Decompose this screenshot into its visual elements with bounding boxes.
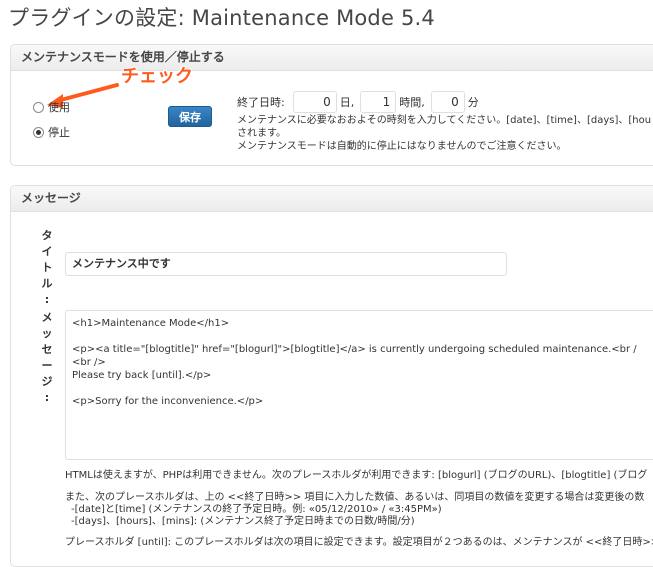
panel-header: メッセージ: [11, 186, 653, 212]
radio-use[interactable]: 使用: [33, 99, 70, 115]
radio-use-button[interactable]: [33, 101, 44, 113]
message-line: [72, 382, 653, 395]
radio-stop[interactable]: 停止: [33, 124, 70, 140]
title-input[interactable]: メンテナンス中です: [65, 252, 507, 276]
message-line: Please try back [until].</p>: [72, 370, 212, 381]
help-line: されます。: [237, 128, 286, 139]
help-line: メンテナンスに必要なおおよその時刻を入力してください。[date]、[time]…: [237, 115, 652, 126]
message-line: <br />: [72, 357, 106, 368]
message-textarea[interactable]: <h1>Maintenance Mode</h1> <p><a title="[b…: [65, 310, 653, 460]
days-unit: 日,: [339, 96, 355, 109]
save-button[interactable]: 保存: [168, 106, 212, 127]
hours-unit: 時間,: [399, 96, 425, 109]
days-input[interactable]: 0: [292, 91, 337, 113]
message-line: <p>Sorry for the inconvenience.</p>: [72, 396, 264, 407]
placeholder-date-time: -[date]と[time] (メンテナンスの終了予定日時。例: «05/12/…: [71, 504, 442, 515]
radio-stop-button[interactable]: [33, 126, 44, 138]
message-label: メッセージ:: [37, 310, 57, 406]
placeholder-note: また、次のプレースホルダは、上の <<終了日時>> 項目に入力した数値、あるいは…: [65, 492, 645, 503]
title-label: タイトル:: [37, 228, 57, 308]
mins-input[interactable]: 0: [430, 91, 465, 113]
hours-input[interactable]: 1: [360, 91, 397, 113]
panel-header: メンテナンスモードを使用／停止する: [11, 45, 653, 71]
end-time-row: 終了日時: 0 日, 1 時間, 0 分: [237, 91, 479, 113]
mins-unit: 分: [467, 96, 479, 109]
message-label-text: メッセージ:: [41, 311, 53, 404]
message-line: <p><a title="[blogtitle]" href="[blogurl…: [72, 344, 637, 355]
html-note: HTMLは使えますが、PHPは利用できません。次のプレースホルダが利用できます:…: [65, 470, 648, 481]
message-line: [72, 330, 653, 343]
maintenance-toggle-panel: メンテナンスモードを使用／停止する チェック 使用 停止 保存 終了日時: 0 …: [10, 44, 653, 166]
end-time-help: メンテナンスに必要なおおよその時刻を入力してください。[date]、[time]…: [237, 114, 651, 153]
message-line: <h1>Maintenance Mode</h1>: [72, 318, 230, 329]
page-title: プラグインの設定: Maintenance Mode 5.4: [8, 6, 435, 30]
placeholder-days-hours: -[days]、[hours]、[mins]: (メンテナンス終了予定日時までの…: [71, 516, 415, 527]
help-line: メンテナンスモードは自動的に停止にはなりませんのでご注意ください。: [237, 141, 567, 152]
radio-stop-label: 停止: [48, 126, 70, 139]
until-note: プレースホルダ [until]: このプレースホルダは次の項目に設定できます。設…: [65, 537, 653, 548]
title-label-text: タイトル:: [41, 229, 53, 306]
check-annotation: チェック: [121, 66, 193, 87]
message-panel: メッセージ タイトル: メンテナンス中です メッセージ: <h1>Mainten…: [10, 185, 653, 567]
radio-use-label: 使用: [48, 101, 70, 114]
end-time-label: 終了日時:: [237, 96, 285, 109]
